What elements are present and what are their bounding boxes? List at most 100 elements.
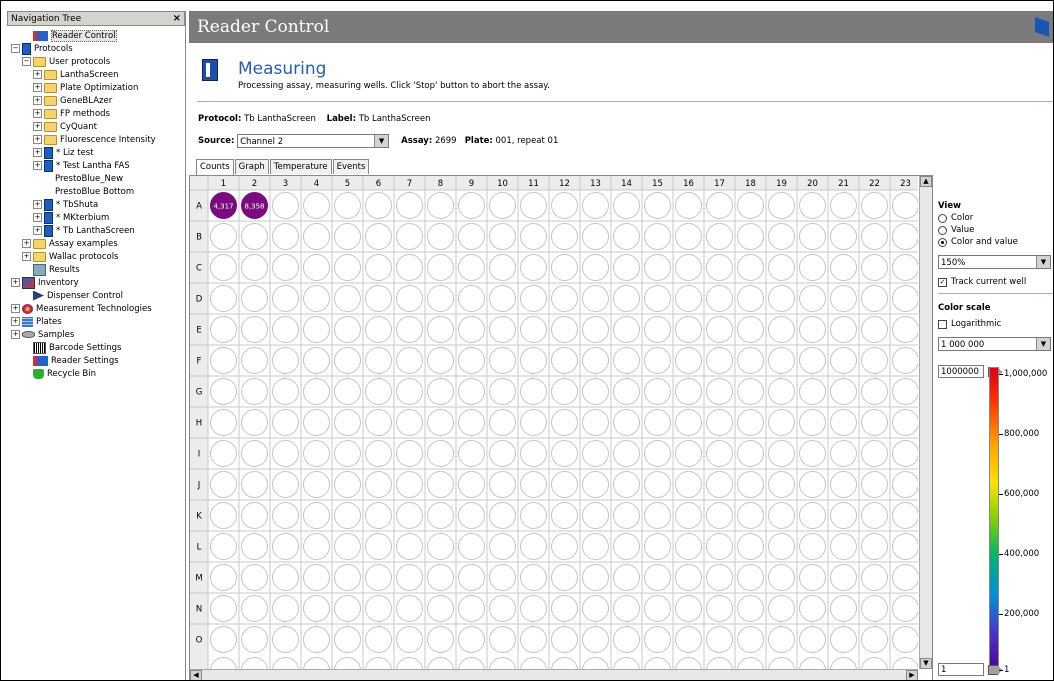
well[interactable]	[334, 595, 361, 622]
well[interactable]	[272, 316, 299, 343]
well[interactable]	[861, 471, 888, 498]
well[interactable]	[675, 316, 702, 343]
well[interactable]	[365, 223, 392, 250]
well[interactable]	[241, 254, 268, 281]
well[interactable]	[768, 626, 795, 653]
expand-icon[interactable]: +	[11, 278, 20, 287]
expand-icon[interactable]: +	[33, 213, 42, 222]
well[interactable]	[861, 657, 888, 680]
well[interactable]	[458, 533, 485, 560]
well[interactable]	[830, 347, 857, 374]
well[interactable]	[520, 564, 547, 591]
well[interactable]	[334, 223, 361, 250]
well[interactable]	[799, 285, 826, 312]
well[interactable]	[861, 502, 888, 529]
well[interactable]	[892, 223, 919, 250]
expand-icon[interactable]: +	[33, 135, 42, 144]
well[interactable]	[365, 192, 392, 219]
well[interactable]	[551, 471, 578, 498]
well[interactable]	[613, 533, 640, 560]
well[interactable]	[303, 471, 330, 498]
well[interactable]	[272, 502, 299, 529]
well[interactable]	[210, 409, 237, 436]
well[interactable]	[675, 409, 702, 436]
well[interactable]	[892, 254, 919, 281]
well[interactable]	[520, 347, 547, 374]
well[interactable]	[675, 347, 702, 374]
well[interactable]	[799, 626, 826, 653]
well[interactable]	[644, 316, 671, 343]
well[interactable]	[830, 409, 857, 436]
well[interactable]	[613, 440, 640, 467]
well[interactable]	[427, 564, 454, 591]
well[interactable]	[365, 409, 392, 436]
well[interactable]	[861, 254, 888, 281]
well[interactable]	[582, 223, 609, 250]
well[interactable]	[799, 440, 826, 467]
well[interactable]	[706, 657, 733, 680]
well[interactable]	[706, 223, 733, 250]
well[interactable]	[706, 316, 733, 343]
well[interactable]	[675, 502, 702, 529]
well[interactable]	[706, 285, 733, 312]
well[interactable]	[644, 347, 671, 374]
tree-item[interactable]: + Plate Optimization	[33, 81, 138, 94]
zoom-select[interactable]: 150% ▼	[938, 255, 1051, 269]
well[interactable]	[737, 657, 764, 680]
well[interactable]	[582, 409, 609, 436]
well[interactable]	[520, 471, 547, 498]
well[interactable]	[768, 502, 795, 529]
well[interactable]	[396, 471, 423, 498]
well[interactable]	[582, 564, 609, 591]
scroll-up-icon[interactable]: ▲	[920, 176, 932, 187]
well[interactable]	[675, 192, 702, 219]
well[interactable]	[458, 657, 485, 680]
scale-range-select[interactable]: 1 000 000 ▼	[938, 337, 1051, 351]
well[interactable]	[365, 316, 392, 343]
well[interactable]	[458, 192, 485, 219]
well[interactable]	[334, 440, 361, 467]
well[interactable]	[768, 657, 795, 680]
well[interactable]	[520, 409, 547, 436]
scroll-right-icon[interactable]: ▶	[906, 670, 918, 680]
well[interactable]	[706, 533, 733, 560]
expand-icon[interactable]: +	[33, 161, 42, 170]
tree-item[interactable]: + Assay examples	[22, 237, 118, 250]
well[interactable]	[644, 657, 671, 680]
well[interactable]	[396, 378, 423, 405]
well[interactable]	[613, 223, 640, 250]
well[interactable]	[210, 378, 237, 405]
well[interactable]	[768, 564, 795, 591]
tree-item[interactable]: − Protocols	[11, 42, 73, 55]
expand-icon[interactable]: +	[33, 109, 42, 118]
well[interactable]	[520, 533, 547, 560]
logarithmic-checkbox[interactable]	[938, 319, 947, 329]
well[interactable]	[303, 378, 330, 405]
well[interactable]	[830, 316, 857, 343]
well[interactable]	[303, 192, 330, 219]
well[interactable]	[706, 595, 733, 622]
well[interactable]	[830, 657, 857, 680]
well[interactable]	[830, 533, 857, 560]
expand-icon[interactable]: +	[33, 96, 42, 105]
well[interactable]	[272, 533, 299, 560]
tree-item[interactable]: + LanthaScreen	[33, 68, 118, 81]
scale-max-input[interactable]: 1000000	[938, 365, 984, 378]
chevron-down-icon[interactable]: ▼	[1036, 256, 1050, 268]
expand-icon[interactable]: +	[33, 83, 42, 92]
well[interactable]	[799, 502, 826, 529]
well[interactable]	[582, 502, 609, 529]
well[interactable]	[489, 657, 516, 680]
expand-icon[interactable]: +	[33, 226, 42, 235]
well[interactable]	[613, 192, 640, 219]
well[interactable]	[365, 471, 392, 498]
well[interactable]	[427, 502, 454, 529]
well[interactable]	[551, 285, 578, 312]
well[interactable]	[675, 471, 702, 498]
collapse-icon[interactable]: −	[11, 44, 20, 53]
well[interactable]	[241, 378, 268, 405]
well[interactable]	[644, 409, 671, 436]
well[interactable]	[365, 254, 392, 281]
well[interactable]	[830, 285, 857, 312]
well[interactable]	[303, 533, 330, 560]
